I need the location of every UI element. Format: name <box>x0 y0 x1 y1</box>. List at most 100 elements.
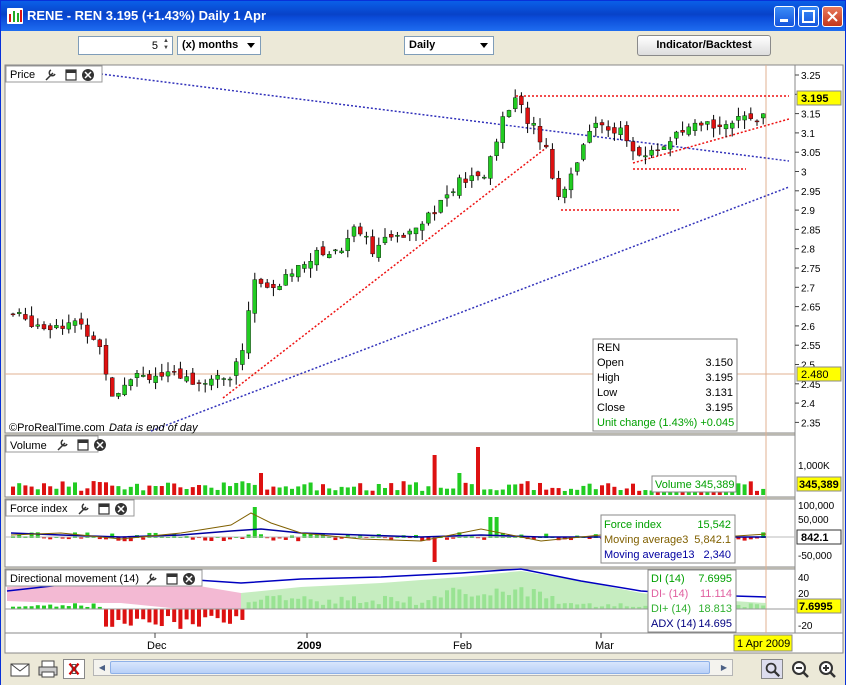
dm-bar <box>147 609 152 623</box>
horizontal-scrollbar[interactable]: ◀ ▶ <box>93 659 733 676</box>
dm-bar <box>178 609 183 629</box>
scroll-thumb[interactable] <box>110 661 710 674</box>
dm-bar <box>240 609 245 620</box>
period-spinner[interactable]: ▲ ▼ <box>161 38 171 53</box>
candle-body <box>556 178 561 197</box>
candle-body <box>413 227 419 235</box>
dm-bar <box>116 609 121 620</box>
print-icon[interactable] <box>37 659 59 679</box>
price-y-tick-label: 2.55 <box>801 341 821 352</box>
scroll-left-icon[interactable]: ◀ <box>95 661 109 674</box>
candle-body <box>358 226 363 235</box>
candle-body <box>525 107 530 124</box>
minimize-button[interactable] <box>774 6 795 27</box>
scroll-right-icon[interactable]: ▶ <box>717 661 731 674</box>
volume-bar <box>507 484 511 495</box>
candle-body <box>308 261 313 269</box>
volume-bar <box>110 485 115 495</box>
candle-body <box>537 126 543 143</box>
force-index-label: Force index <box>604 519 662 531</box>
candle-body <box>444 194 450 199</box>
interval-select[interactable]: Daily <box>404 36 494 55</box>
volume-bar <box>755 490 759 495</box>
maximize-icon <box>802 10 815 23</box>
candle-body <box>761 113 766 119</box>
force-ma3-label: Moving average3 <box>604 534 688 546</box>
period-unit-select[interactable]: (x) months <box>177 36 261 55</box>
disconnect-icon[interactable] <box>63 659 85 679</box>
candle-body <box>54 325 59 329</box>
volume-bar <box>383 487 387 495</box>
dm-bar <box>209 609 214 616</box>
volume-bar <box>277 487 282 495</box>
volume-bar <box>556 488 561 495</box>
candle-body <box>165 371 171 377</box>
volume-bar <box>550 487 555 495</box>
candle-body <box>184 376 189 382</box>
candle-body <box>215 375 220 380</box>
zoom-in-icon[interactable] <box>816 659 838 679</box>
zoom-out-icon[interactable] <box>789 659 811 679</box>
candle-body <box>296 265 301 278</box>
indicator-backtest-button[interactable]: Indicator/Backtest <box>637 35 771 56</box>
volume-bar <box>519 483 524 495</box>
svg-text:345,389: 345,389 <box>799 479 839 491</box>
window-icon-bar <box>66 70 76 73</box>
volume-bar <box>178 487 183 495</box>
volume-bar <box>544 489 549 495</box>
price-y-tick-label: 2.95 <box>801 187 821 198</box>
candle-body <box>568 173 574 191</box>
candle-body <box>519 95 524 106</box>
x-label-2009: 2009 <box>297 640 321 652</box>
volume-bar <box>85 488 90 495</box>
title-bar[interactable]: RENE - REN 3.195 (+1.43%) Daily 1 Apr <box>1 1 845 31</box>
period-input[interactable] <box>78 36 173 55</box>
candle-body <box>754 120 760 123</box>
candle-body <box>153 375 158 383</box>
candle-body <box>593 122 598 128</box>
volume-bar <box>314 490 319 495</box>
candle-body <box>29 315 34 327</box>
candle-body <box>637 147 642 156</box>
volume-bar <box>265 489 270 495</box>
price-y-tick-label: 2.9 <box>801 206 815 217</box>
volume-panel-label: Volume <box>10 440 47 452</box>
volume-bar <box>327 488 332 495</box>
volume-bar <box>631 483 635 495</box>
candle-body <box>302 264 307 269</box>
volume-bar <box>438 487 443 495</box>
candle-body <box>351 226 357 237</box>
volume-bar <box>457 473 462 495</box>
volume-bar <box>364 490 369 495</box>
maximize-button[interactable] <box>798 6 819 27</box>
svg-text:1 Apr 2009: 1 Apr 2009 <box>737 638 790 650</box>
dm-bar <box>141 609 146 620</box>
volume-bar <box>153 486 158 495</box>
force-y-tick-0: 100,000 <box>798 501 835 512</box>
candle-body <box>178 368 183 379</box>
volume-bar <box>389 483 394 495</box>
candle-body <box>382 236 388 244</box>
volume-bar <box>333 490 338 495</box>
force-ma3-value: 5,842.1 <box>694 534 731 546</box>
mail-icon[interactable] <box>9 659 31 679</box>
close-window-button[interactable] <box>822 6 843 27</box>
candle-body <box>469 175 474 181</box>
candle-body <box>420 223 425 231</box>
chart-area[interactable]: Price Volume Force index Directional mov… <box>1 63 846 655</box>
data-note-text: Data is end of day <box>109 422 199 434</box>
candle-body <box>692 122 698 131</box>
zoom-fit-icon[interactable] <box>761 659 783 679</box>
volume-bar <box>60 481 65 495</box>
candle-body <box>48 325 53 331</box>
candle-body <box>451 191 456 193</box>
candle-body <box>134 373 140 378</box>
dm-bar <box>190 609 195 625</box>
candle-body <box>581 144 586 160</box>
dm-bar <box>197 609 201 627</box>
volume-bar <box>116 486 121 495</box>
window-icon-bar <box>78 440 88 443</box>
candle-body <box>252 279 258 314</box>
volume-bar <box>414 482 418 495</box>
candle-body <box>668 141 673 150</box>
